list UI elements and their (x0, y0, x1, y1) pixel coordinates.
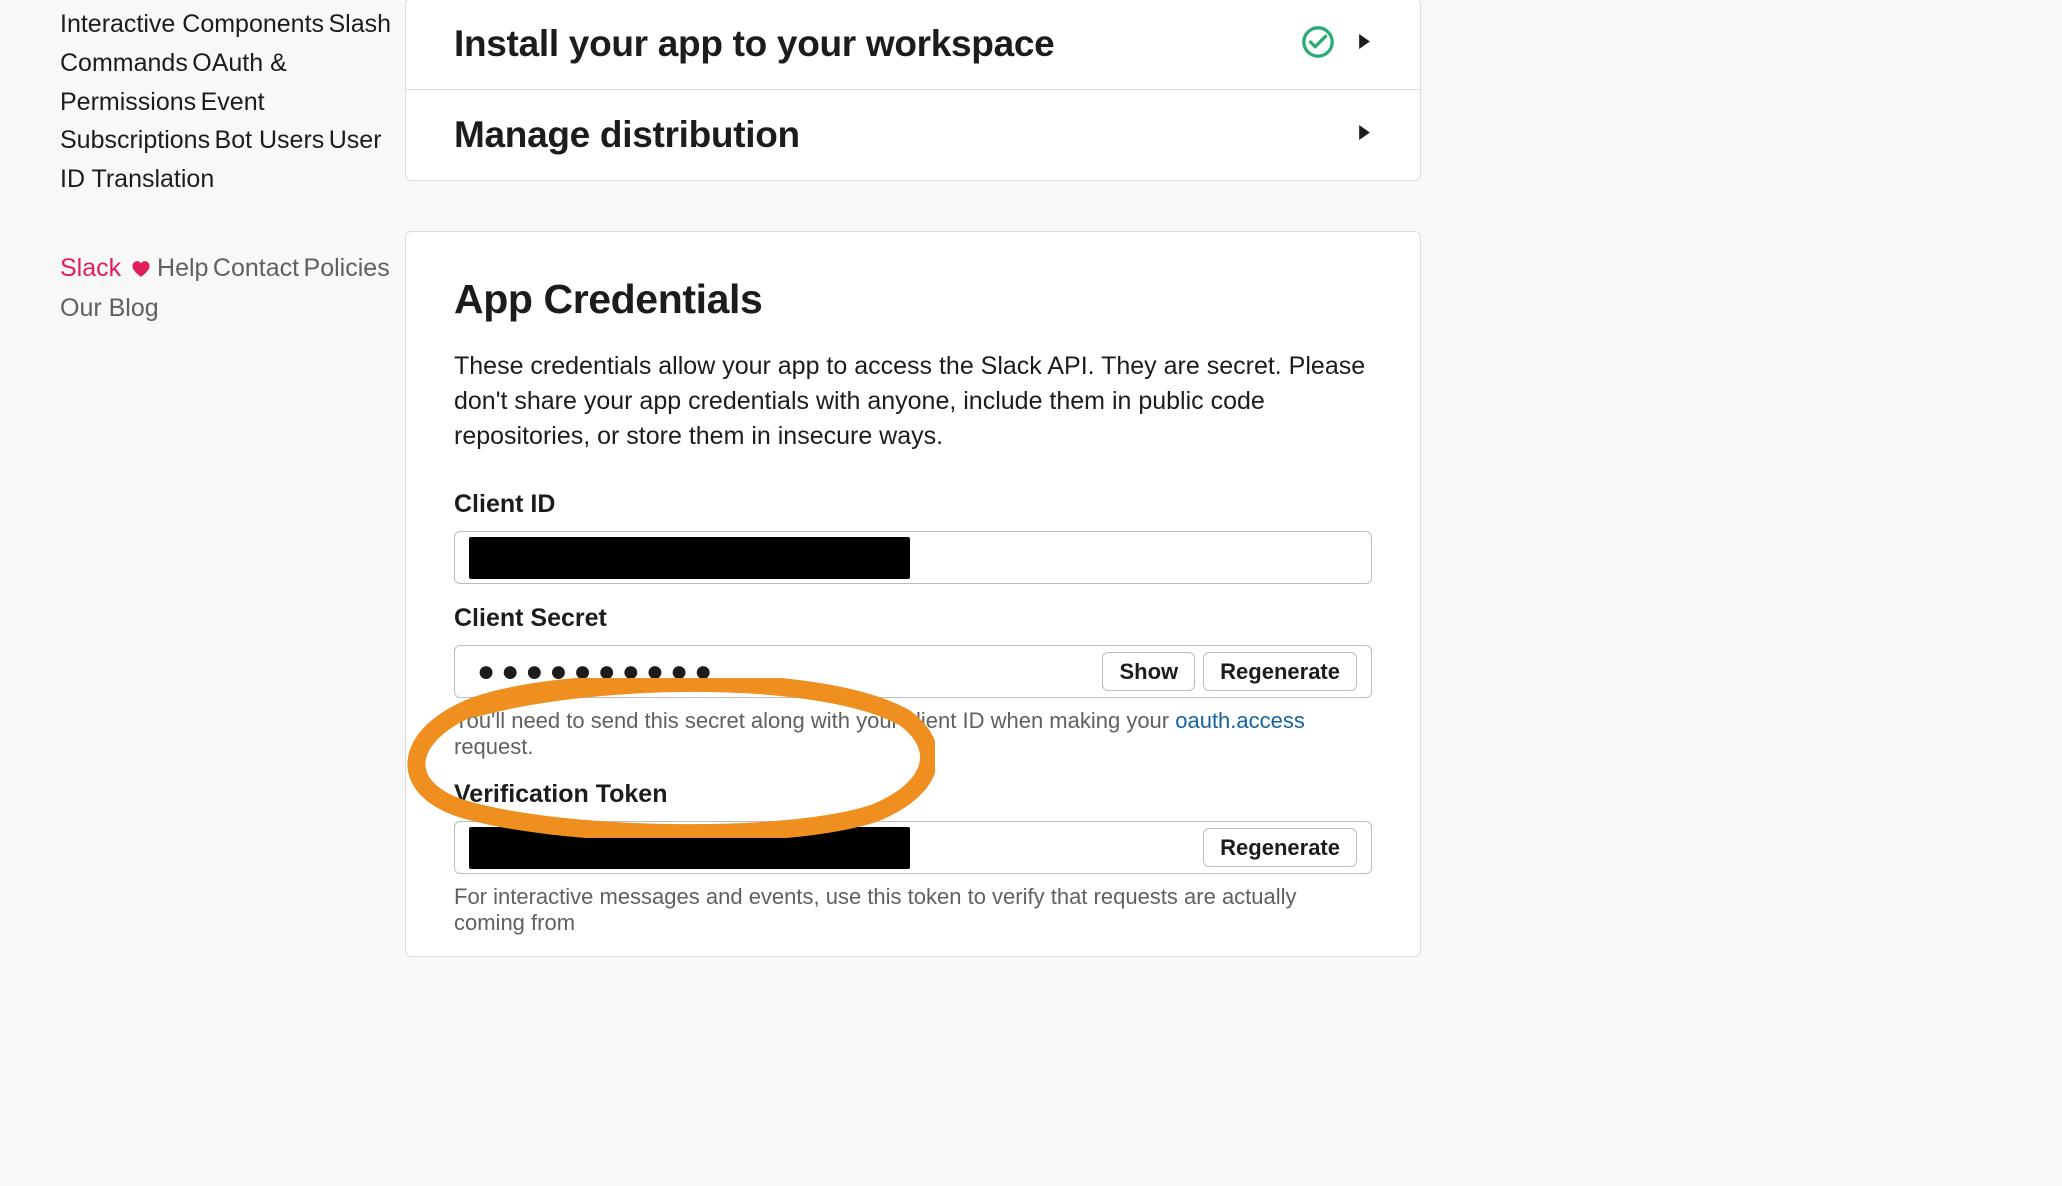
check-circle-icon (1301, 25, 1335, 64)
client-secret-field: Client Secret ●●●●●●●●●● Show Regenerate… (454, 604, 1372, 760)
client-secret-label: Client Secret (454, 604, 1372, 633)
sidebar-item-bot-users[interactable]: Bot Users (215, 122, 325, 158)
client-secret-hint-prefix: You'll need to send this secret along wi… (454, 708, 1175, 733)
sidebar-link-policies[interactable]: Policies (304, 250, 390, 286)
credentials-title: App Credentials (454, 276, 1372, 323)
client-secret-input[interactable]: ●●●●●●●●●● Show Regenerate (454, 645, 1372, 698)
setup-card: Install your app to your workspace Manag… (405, 0, 1421, 181)
verification-token-label: Verification Token (454, 780, 1372, 809)
client-id-field: Client ID (454, 490, 1372, 584)
distribution-title: Manage distribution (454, 114, 800, 156)
client-id-label: Client ID (454, 490, 1372, 519)
sidebar-link-help[interactable]: Help (157, 250, 208, 286)
client-id-redacted (469, 537, 910, 579)
main-content: Install your app to your workspace Manag… (405, 0, 2062, 1007)
sidebar-link-contact[interactable]: Contact (213, 250, 299, 286)
distribution-section[interactable]: Manage distribution (406, 89, 1420, 180)
heart-icon (132, 250, 150, 289)
sidebar-item-interactive-components[interactable]: Interactive Components (60, 6, 324, 42)
client-secret-hint: You'll need to send this secret along wi… (454, 708, 1372, 760)
chevron-right-icon (1357, 125, 1372, 145)
oauth-access-link[interactable]: oauth.access (1175, 708, 1305, 733)
regenerate-token-button[interactable]: Regenerate (1203, 828, 1357, 867)
client-secret-hint-suffix: request. (454, 734, 534, 759)
sidebar-nav-group: Interactive Components Slash Commands OA… (60, 5, 405, 199)
chevron-right-icon (1357, 34, 1372, 54)
sidebar: Interactive Components Slash Commands OA… (0, 0, 405, 1007)
client-secret-masked: ●●●●●●●●●● (469, 655, 1094, 689)
sidebar-link-blog[interactable]: Our Blog (60, 290, 159, 326)
slack-link-label: Slack (60, 254, 121, 282)
install-section[interactable]: Install your app to your workspace (406, 0, 1420, 89)
regenerate-secret-button[interactable]: Regenerate (1203, 652, 1357, 691)
credentials-description: These credentials allow your app to acce… (454, 349, 1372, 454)
install-title: Install your app to your workspace (454, 23, 1054, 65)
sidebar-footer-group: Slack Help Contact Policies Our Blog (60, 249, 405, 328)
verification-token-field: Verification Token Regenerate For intera… (454, 780, 1372, 936)
verification-token-hint: For interactive messages and events, use… (454, 884, 1372, 936)
show-button[interactable]: Show (1102, 652, 1195, 691)
credentials-card: App Credentials These credentials allow … (405, 231, 1421, 957)
sidebar-link-slack[interactable]: Slack (60, 250, 157, 286)
client-id-input[interactable] (454, 531, 1372, 584)
verification-token-redacted (469, 827, 910, 869)
verification-token-input[interactable]: Regenerate (454, 821, 1372, 874)
